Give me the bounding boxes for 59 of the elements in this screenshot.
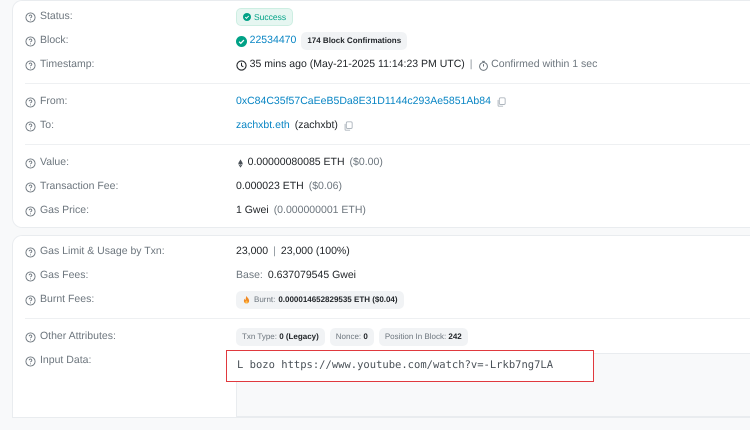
help-icon bbox=[25, 182, 36, 192]
confirmations-badge: 174 Block Confirmations bbox=[301, 32, 408, 50]
field-label: Burnt Fees: bbox=[40, 292, 94, 308]
help-icon bbox=[25, 206, 36, 216]
confirmation-time-text: Confirmed within 1 sec bbox=[491, 57, 598, 72]
value-text: (zachxbt) bbox=[294, 118, 338, 134]
secondary-text: (0.000000001 ETH) bbox=[274, 203, 366, 218]
attribute-badge: Nonce: 0 bbox=[330, 328, 374, 346]
help-icon bbox=[25, 60, 36, 70]
help-icon bbox=[25, 158, 36, 168]
secondary-text: ($0.06) bbox=[308, 179, 342, 194]
check-icon bbox=[243, 13, 251, 21]
value-text: 23,000 (100%) bbox=[280, 244, 350, 260]
field-label: Timestamp: bbox=[40, 57, 94, 72]
flame-icon bbox=[242, 295, 251, 305]
secondary-text: ($0.00) bbox=[350, 155, 383, 170]
attribute-badge: Position In Block: 242 bbox=[378, 328, 468, 346]
help-icon bbox=[25, 36, 36, 46]
help-icon bbox=[25, 120, 36, 132]
field-label: Gas Fees: bbox=[40, 268, 88, 284]
check-icon bbox=[236, 36, 247, 46]
copy-icon[interactable] bbox=[342, 121, 353, 131]
help-icon bbox=[25, 356, 36, 366]
field-label: Gas Price: bbox=[40, 203, 90, 218]
help-icon bbox=[25, 270, 36, 282]
field-label: Transaction Fee: bbox=[40, 179, 118, 194]
value-text: 0.000023 ETH bbox=[236, 179, 304, 194]
field-label: Value: bbox=[40, 155, 69, 170]
separator-text: | bbox=[273, 244, 276, 260]
field-label: To: bbox=[40, 118, 54, 134]
help-icon bbox=[25, 96, 36, 108]
address-link[interactable]: zachxbt.eth bbox=[236, 118, 290, 134]
address-link[interactable]: 0xC84C35f57CaEeB5Da8E31D1144c293Ae5851Ab84 bbox=[236, 94, 491, 110]
copy-icon[interactable] bbox=[496, 97, 506, 107]
field-label: Other Attributes: bbox=[40, 329, 116, 344]
ether-icon bbox=[236, 158, 245, 168]
input-data-text: L bozo https://www.youtube.com/watch?v=-Lrkb7ng7LA bbox=[226, 350, 594, 382]
field-label: From: bbox=[40, 94, 68, 110]
block-link[interactable]: 22534470 bbox=[250, 33, 296, 49]
field-label: Status: bbox=[40, 9, 73, 24]
secondary-text: Base: bbox=[236, 268, 263, 284]
help-icon bbox=[25, 246, 36, 258]
help-icon bbox=[25, 294, 36, 306]
value-text: 23,000 bbox=[236, 244, 268, 260]
burnt-badge: Burnt: 0.000014652829535 ETH ($0.04) bbox=[236, 291, 404, 309]
timestamp-text: 35 mins ago (May-21-2025 11:14:23 PM UTC) bbox=[250, 57, 465, 72]
value-text: 1 Gwei bbox=[236, 203, 269, 218]
value-text: 0.00000080085 ETH bbox=[248, 155, 345, 170]
clock-icon bbox=[236, 60, 247, 70]
attribute-badge: Txn Type: 0 (Legacy) bbox=[236, 328, 325, 346]
field-label: Gas Limit & Usage by Txn: bbox=[40, 244, 165, 260]
field-label: Block: bbox=[40, 33, 69, 48]
help-icon bbox=[25, 12, 36, 22]
timer-icon bbox=[478, 60, 489, 70]
status-badge: Success bbox=[236, 8, 294, 26]
help-icon bbox=[25, 332, 36, 342]
value-text: 0.637079545 Gwei bbox=[268, 268, 356, 284]
separator-text: | bbox=[470, 57, 473, 72]
field-label: Input Data: bbox=[40, 353, 92, 368]
